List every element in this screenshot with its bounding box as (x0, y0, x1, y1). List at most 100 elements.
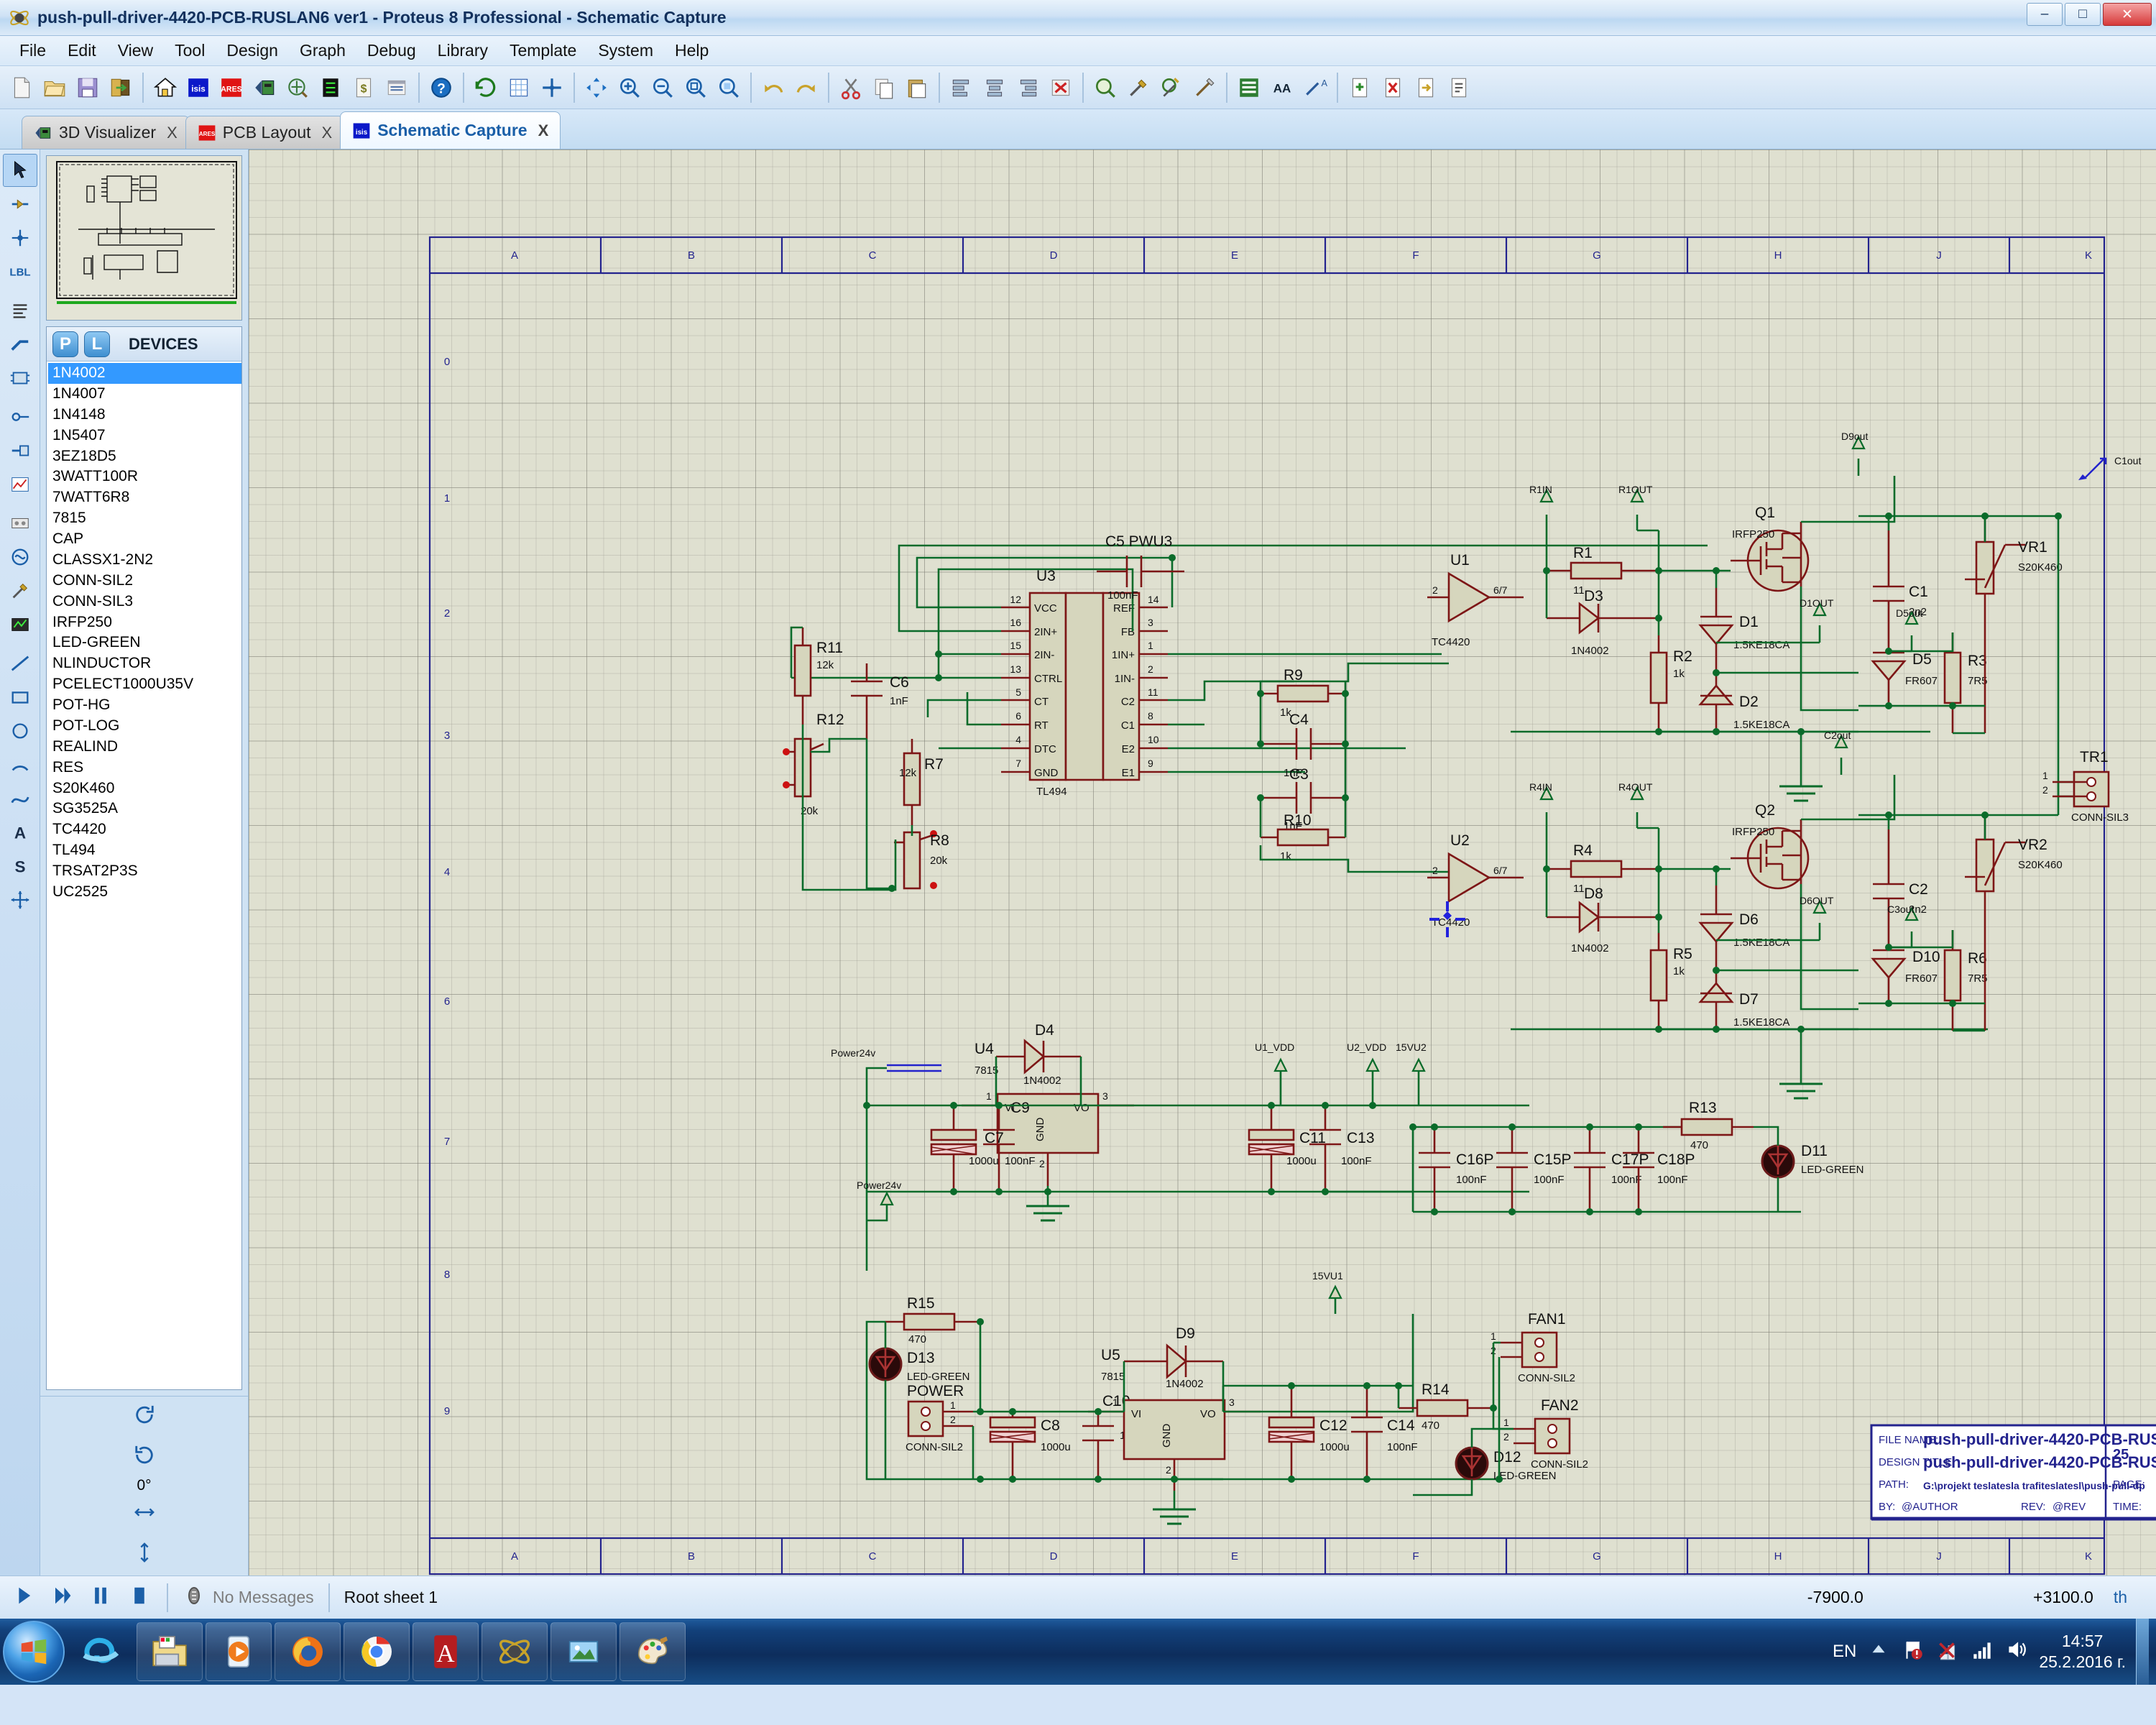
device-list-item[interactable]: RES (48, 758, 241, 778)
device-list-item[interactable]: 1N4002 (48, 363, 241, 384)
pick-devices-button[interactable]: P (52, 331, 78, 357)
component-R10[interactable]: R10 1k (1261, 812, 1345, 862)
component-POWER[interactable]: POWER CONN-SIL2 1 2 (906, 1383, 973, 1453)
rotate-clockwise-icon[interactable] (134, 1404, 155, 1430)
align-right-icon[interactable] (1012, 71, 1044, 104)
device-list-item[interactable]: LED-GREEN (48, 632, 241, 653)
device-list-item[interactable]: TC4420 (48, 819, 241, 840)
component-mode-icon[interactable] (3, 188, 37, 221)
2d-path-mode-icon[interactable] (3, 782, 37, 815)
maximize-button[interactable]: □ (2065, 3, 2101, 26)
device-list-item[interactable]: 1N4007 (48, 384, 241, 405)
properties-icon[interactable]: A (1299, 71, 1331, 104)
simulation-play-icon[interactable] (10, 1583, 36, 1613)
simulation-pause-icon[interactable] (88, 1583, 114, 1613)
component-D13[interactable]: D13 LED-GREEN (868, 1347, 970, 1383)
component-U2[interactable]: U2 TC4420 2 6/7 (1427, 832, 1524, 929)
menu-tool[interactable]: Tool (164, 38, 216, 63)
component-C2[interactable]: C22n2 (1873, 829, 1928, 947)
2d-arc-mode-icon[interactable] (3, 748, 37, 781)
rotate-anticlockwise-icon[interactable] (134, 1444, 155, 1470)
undo-icon[interactable] (757, 71, 789, 104)
component-D7[interactable]: D7 1.5KE18CA (1698, 970, 1789, 1029)
menu-system[interactable]: System (587, 38, 664, 63)
close-button[interactable]: ✕ (2103, 3, 2152, 26)
selection-mode-icon[interactable] (2, 154, 37, 187)
component-VR1[interactable]: VR1 S20K460 (1965, 516, 2063, 733)
component-C12[interactable]: C12 1000u (1268, 1386, 1350, 1479)
voltage-probe-mode-icon[interactable] (3, 574, 37, 607)
start-button[interactable] (3, 1621, 65, 1683)
menu-template[interactable]: Template (499, 38, 587, 63)
schematic-canvas-area[interactable]: .w { stroke:#0a6b2a; stroke-width:2.6; f… (249, 150, 2156, 1576)
component-TR1[interactable]: TR1 CONN-SIL3 1 2 (2042, 749, 2129, 824)
redo-icon[interactable] (791, 71, 822, 104)
taskbar-acrobat-reader[interactable]: A (413, 1622, 479, 1681)
component-D10[interactable]: D10 FR607 (1871, 947, 1940, 1003)
device-list-item[interactable]: TRSAT2P3S (48, 861, 241, 882)
component-Q1[interactable]: Q1 IRFP250 (1731, 505, 1810, 592)
capacitor-bank[interactable]: C16P100nF C15P100nF C17P100nF C18P100nF … (1325, 1100, 1864, 1213)
device-list-item[interactable]: POT-LOG (48, 716, 241, 737)
mirror-vertical-icon[interactable] (134, 1542, 155, 1568)
component-R12[interactable]: R1220k (783, 712, 844, 817)
measure-icon[interactable] (1189, 71, 1220, 104)
component-R15[interactable]: R15 470 (885, 1295, 980, 1346)
bill-of-materials-icon[interactable]: $ (348, 71, 379, 104)
component-U1[interactable]: U1 TC4420 2 6/7 (1427, 552, 1524, 648)
mirror-horizontal-icon[interactable] (134, 1501, 155, 1527)
zoom-area-icon[interactable] (713, 71, 745, 104)
device-list-item[interactable]: IRFP250 (48, 612, 241, 633)
menu-view[interactable]: View (107, 38, 164, 63)
menu-edit[interactable]: Edit (57, 38, 107, 63)
device-list-item[interactable]: SG3525A (48, 799, 241, 819)
component-D5[interactable]: D5 FR607 (1871, 651, 1938, 706)
copy-icon[interactable] (868, 71, 900, 104)
component-C15P[interactable]: C15P 100nF (1496, 1127, 1572, 1212)
block-delete-icon[interactable] (1045, 71, 1077, 104)
virtual-instrument-mode-icon[interactable] (3, 608, 37, 641)
device-list-item[interactable]: NLINDUCTOR (48, 653, 241, 674)
search-zoom-icon[interactable] (1089, 71, 1121, 104)
component-D1[interactable]: D1 1.5KE18CA (1698, 588, 1789, 673)
minimize-button[interactable]: – (2027, 3, 2063, 26)
device-list-item[interactable]: CLASSX1-2N2 (48, 550, 241, 571)
device-list-item[interactable]: CAP (48, 529, 241, 550)
taskbar-proteus[interactable] (482, 1622, 548, 1681)
component-Q2[interactable]: Q2 IRFP250 (1731, 802, 1810, 890)
menu-graph[interactable]: Graph (289, 38, 356, 63)
redraw-icon[interactable] (470, 71, 502, 104)
tab-schematic-capture-close-icon[interactable]: X (538, 121, 549, 140)
component-C1[interactable]: C12n2 (1873, 530, 1928, 651)
component-D11[interactable]: D11 LED-GREEN (1761, 1143, 1864, 1179)
network-status-icon[interactable] (1935, 1637, 1960, 1666)
taskbar-photo-viewer[interactable] (550, 1622, 617, 1681)
component-C7[interactable]: C71000u (930, 1105, 1004, 1192)
device-list-item[interactable]: 7815 (48, 508, 241, 529)
cut-icon[interactable] (835, 71, 867, 104)
component-R8[interactable]: R8 20k (894, 830, 949, 890)
message-indicator-icon[interactable] (183, 1584, 206, 1611)
device-list-item[interactable]: CONN-SIL3 (48, 592, 241, 612)
report-icon[interactable] (381, 71, 413, 104)
component-R11[interactable]: R1112k (793, 627, 843, 724)
language-indicator[interactable]: EN (1833, 1642, 1856, 1662)
junction-dot-mode-icon[interactable] (3, 221, 37, 254)
component-C14[interactable]: C14 100nF (1351, 1386, 1418, 1479)
tab-schematic-capture[interactable]: isis Schematic Capture X (340, 111, 561, 149)
component-D4[interactable]: D4 1N4002 (996, 1022, 1081, 1087)
open-file-icon[interactable] (39, 71, 70, 104)
component-R5[interactable]: R51k (1649, 933, 1692, 1029)
text-script-mode-icon[interactable] (3, 294, 37, 327)
help-icon[interactable]: ? (425, 71, 457, 104)
simulation-stop-icon[interactable] (126, 1583, 152, 1613)
menu-file[interactable]: File (9, 38, 57, 63)
device-list-item[interactable]: S20K460 (48, 778, 241, 799)
toggle-grid-icon[interactable] (503, 71, 535, 104)
edit-sheet-icon[interactable] (1443, 71, 1475, 104)
action-center-flag-icon[interactable] (1901, 1637, 1925, 1666)
show-hidden-icons-icon[interactable] (1866, 1637, 1891, 1666)
marker-mode-icon[interactable] (3, 883, 37, 916)
zoom-out-icon[interactable] (647, 71, 678, 104)
2d-line-mode-icon[interactable] (3, 647, 37, 680)
